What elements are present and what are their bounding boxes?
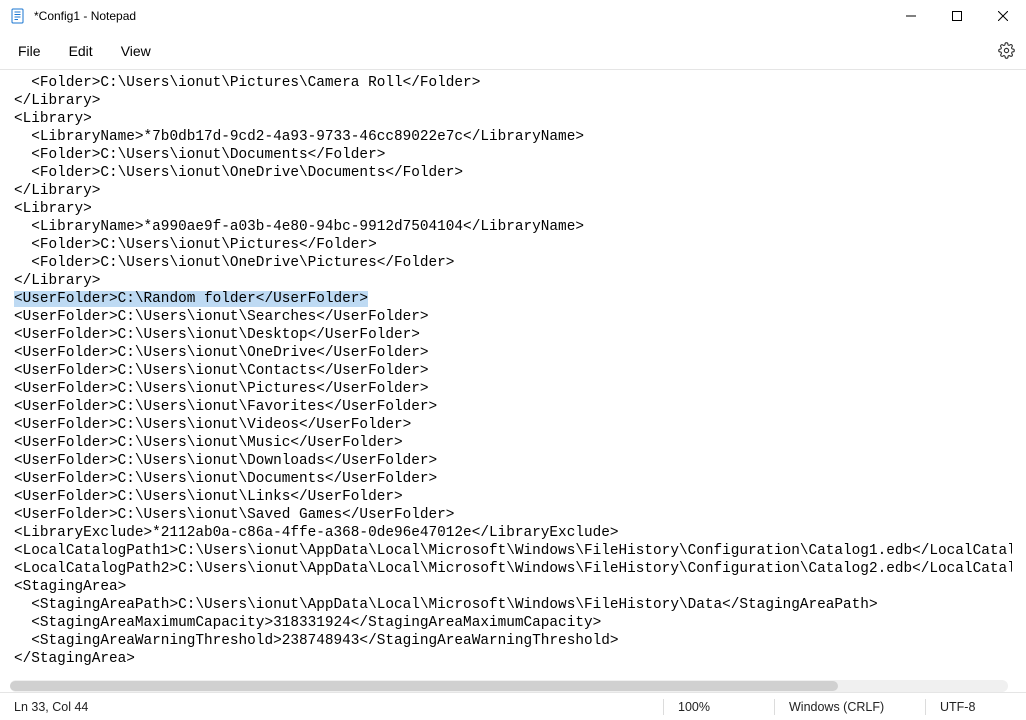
editor-line[interactable]: <Folder>C:\Users\ionut\Documents</Folder… <box>14 146 1012 164</box>
status-line-ending: Windows (CRLF) <box>775 700 925 714</box>
maximize-button[interactable] <box>934 0 980 32</box>
window-title: *Config1 - Notepad <box>34 9 136 23</box>
editor-line[interactable]: <UserFolder>C:\Users\ionut\Downloads</Us… <box>14 452 1012 470</box>
menu-edit[interactable]: Edit <box>55 37 107 65</box>
editor-line[interactable]: <UserFolder>C:\Users\ionut\OneDrive</Use… <box>14 344 1012 362</box>
editor-line[interactable]: </Library> <box>14 182 1012 200</box>
editor-line[interactable]: <UserFolder>C:\Users\ionut\Favorites</Us… <box>14 398 1012 416</box>
editor-line[interactable]: <UserFolder>C:\Users\ionut\Contacts</Use… <box>14 362 1012 380</box>
menu-file[interactable]: File <box>4 37 55 65</box>
text-editor[interactable]: <Folder>C:\Users\ionut\Pictures\Camera R… <box>0 70 1026 692</box>
editor-line[interactable]: <UserFolder>C:\Users\ionut\Documents</Us… <box>14 470 1012 488</box>
notepad-icon <box>10 8 26 24</box>
editor-line[interactable]: <Folder>C:\Users\ionut\Pictures\Camera R… <box>14 74 1012 92</box>
status-position: Ln 33, Col 44 <box>0 700 102 714</box>
editor-line[interactable]: <LibraryExclude>*2112ab0a-c86a-4ffe-a368… <box>14 524 1012 542</box>
status-encoding: UTF-8 <box>926 700 1026 714</box>
editor-line[interactable]: </Library> <box>14 92 1012 110</box>
notepad-window: *Config1 - Notepad File Edit View <box>0 0 1026 720</box>
status-bar: Ln 33, Col 44 100% Windows (CRLF) UTF-8 <box>0 692 1026 720</box>
editor-line[interactable]: <UserFolder>C:\Users\ionut\Music</UserFo… <box>14 434 1012 452</box>
editor-line[interactable]: <UserFolder>C:\Users\ionut\Videos</UserF… <box>14 416 1012 434</box>
editor-line[interactable]: <LocalCatalogPath1>C:\Users\ionut\AppDat… <box>14 542 1012 560</box>
editor-area: <Folder>C:\Users\ionut\Pictures\Camera R… <box>0 70 1026 692</box>
editor-line[interactable]: <LibraryName>*a990ae9f-a03b-4e80-94bc-99… <box>14 218 1012 236</box>
editor-line[interactable]: <UserFolder>C:\Users\ionut\Desktop</User… <box>14 326 1012 344</box>
editor-line[interactable]: <Folder>C:\Users\ionut\OneDrive\Pictures… <box>14 254 1012 272</box>
editor-line[interactable]: </Library> <box>14 272 1012 290</box>
horizontal-scrollbar[interactable] <box>10 680 1008 692</box>
editor-line[interactable]: <Folder>C:\Users\ionut\OneDrive\Document… <box>14 164 1012 182</box>
menu-view[interactable]: View <box>107 37 165 65</box>
gear-icon <box>998 42 1015 59</box>
editor-line[interactable]: <StagingAreaPath>C:\Users\ionut\AppData\… <box>14 596 1012 614</box>
settings-button[interactable] <box>986 32 1026 70</box>
editor-line[interactable]: <UserFolder>C:\Users\ionut\Searches</Use… <box>14 308 1012 326</box>
editor-line[interactable]: <UserFolder>C:\Random folder</UserFolder… <box>14 290 1012 308</box>
menu-bar: File Edit View <box>0 32 1026 70</box>
editor-line[interactable]: <StagingAreaMaximumCapacity>318331924</S… <box>14 614 1012 632</box>
scrollbar-thumb[interactable] <box>10 681 838 691</box>
status-zoom: 100% <box>664 700 774 714</box>
editor-line[interactable]: <Library> <box>14 200 1012 218</box>
editor-line[interactable]: <UserFolder>C:\Users\ionut\Links</UserFo… <box>14 488 1012 506</box>
editor-line[interactable]: <StagingArea> <box>14 578 1012 596</box>
editor-line[interactable]: <Library> <box>14 110 1012 128</box>
minimize-button[interactable] <box>888 0 934 32</box>
editor-line[interactable]: </StagingArea> <box>14 650 1012 668</box>
title-icon-area: *Config1 - Notepad <box>0 8 146 24</box>
editor-line[interactable]: <LibraryName>*7b0db17d-9cd2-4a93-9733-46… <box>14 128 1012 146</box>
title-bar: *Config1 - Notepad <box>0 0 1026 32</box>
editor-line[interactable]: <Folder>C:\Users\ionut\Pictures</Folder> <box>14 236 1012 254</box>
editor-line[interactable]: <StagingAreaWarningThreshold>238748943</… <box>14 632 1012 650</box>
editor-line[interactable]: <UserFolder>C:\Users\ionut\Pictures</Use… <box>14 380 1012 398</box>
close-button[interactable] <box>980 0 1026 32</box>
editor-line[interactable]: <UserFolder>C:\Users\ionut\Saved Games</… <box>14 506 1012 524</box>
editor-line[interactable]: <LocalCatalogPath2>C:\Users\ionut\AppDat… <box>14 560 1012 578</box>
caption-buttons <box>888 0 1026 32</box>
